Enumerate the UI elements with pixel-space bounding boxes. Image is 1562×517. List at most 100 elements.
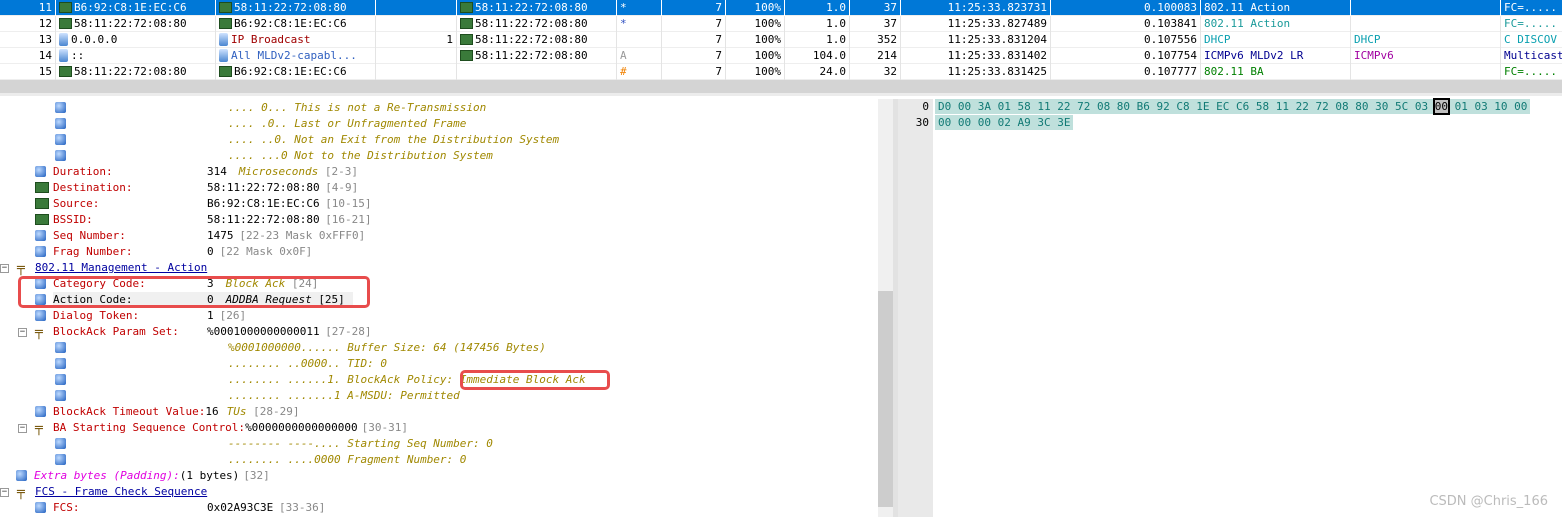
ch-text: 7 <box>715 65 722 78</box>
network-card-icon <box>59 66 72 77</box>
tree-node-icon: ╤ <box>17 485 25 500</box>
hex-bytes[interactable]: D0 00 3A 01 58 11 22 72 08 80 B6 92 C8 1… <box>935 98 1531 115</box>
summary-text: Multicast <box>1504 49 1562 62</box>
cell-size: 352 <box>850 32 901 48</box>
flag-text: * <box>620 17 627 30</box>
tree-line[interactable]: Duration: 314 Microseconds [2-3] <box>53 164 358 180</box>
tree-line[interactable]: Dialog Token: 1 [26] <box>53 308 246 324</box>
cell-dst: IP Broadcast <box>216 32 376 48</box>
proto-text: ICMPv6 MLDv2 LR <box>1204 49 1304 62</box>
tree-line[interactable]: .... ..0. Not an Exit from the Distribut… <box>228 132 559 148</box>
field-label: BlockAck Param Set: <box>53 325 179 338</box>
tree-line[interactable]: Seq Number: 1475 [22-23 Mask 0xFFF0] <box>53 228 365 244</box>
field-extra: [22 Mask 0x0F] <box>220 244 313 260</box>
cell-col4 <box>376 0 457 16</box>
tree-line[interactable]: -------- ----.... Starting Seq Number: 0 <box>228 436 493 452</box>
field-value: %0001000000000011 <box>207 325 320 338</box>
packet-row[interactable]: 12 58:11:22:72:08:80 B6:92:C8:1E:EC:C6 58:1… <box>0 16 1562 32</box>
bit-mask: .... 0... <box>228 101 288 114</box>
field-value: 1 <box>207 309 214 322</box>
dst-text: IP Broadcast <box>231 33 311 46</box>
tree-line[interactable]: BlockAck Timeout Value:16 TUs [28-29] <box>53 404 299 420</box>
tree-line[interactable]: Source: B6:92:C8:1E:EC:C6 [10-15] <box>53 196 372 212</box>
network-card-icon <box>35 214 49 225</box>
tree-line[interactable]: FCS - Frame Check Sequence <box>35 484 207 500</box>
collapse-toggle[interactable]: − <box>18 424 27 433</box>
delta-text: 0.107754 <box>1144 49 1197 62</box>
cell-size: 37 <box>850 0 901 16</box>
hex-offset: 30 <box>915 116 929 129</box>
section-header[interactable]: 802.11 Management - Action <box>35 261 207 274</box>
bssid-text: 58:11:22:72:08:80 <box>475 1 588 14</box>
cell-col4 <box>376 48 457 64</box>
bit-description: Buffer Size: 64 (147456 Bytes) <box>347 341 546 354</box>
time-text: 11:25:33.831204 <box>947 33 1047 46</box>
tree-line[interactable]: BlockAck Param Set: %0001000000000011 [27-… <box>53 324 372 340</box>
field-extra: [33-36] <box>279 500 325 516</box>
ch-text: 7 <box>715 1 722 14</box>
pane-splitter[interactable] <box>0 80 1562 96</box>
decode-tree[interactable]: .... 0... This is not a Re-Transmission.… <box>0 99 878 517</box>
hex-bytes[interactable]: 00 00 00 02 A9 3C 3E <box>935 115 1074 130</box>
tree-line[interactable]: Extra bytes (Padding):(1 bytes) [32] <box>34 468 270 484</box>
tree-line[interactable]: .... ...0 Not to the Distribution System <box>228 148 493 164</box>
proto-text: 802.11 Action <box>1204 1 1291 14</box>
field-extra: [16-21] <box>325 212 371 228</box>
field-extra: [26] <box>220 308 247 324</box>
network-card-icon <box>35 198 49 209</box>
field-extra: [4-9] <box>325 180 358 196</box>
tree-line[interactable]: 802.11 Management - Action <box>35 260 207 276</box>
tree-line[interactable]: %0001000000...... Buffer Size: 64 (14745… <box>228 340 546 356</box>
tree-line[interactable]: ........ .......1 A-MSDU: Permitted <box>228 388 460 404</box>
tree-line[interactable]: BA Starting Sequence Control:%0000000000… <box>53 420 408 436</box>
network-card-icon <box>460 34 473 45</box>
collapse-toggle[interactable]: − <box>18 328 27 337</box>
ch-text: 7 <box>715 49 722 62</box>
rate-text: 104.0 <box>812 49 846 62</box>
cell-col4 <box>376 16 457 32</box>
tree-line[interactable]: .... .0.. Last or Unfragmented Frame <box>228 116 466 132</box>
packet-row[interactable]: 14:: All MLDv2-capabl... 58:11:22:72:08:80… <box>0 48 1562 64</box>
cell-sig: 100% <box>726 32 785 48</box>
dst-text: B6:92:C8:1E:EC:C6 <box>234 65 347 78</box>
tree-line[interactable]: ........ ....0000 Fragment Number: 0 <box>228 452 466 468</box>
col4-text: 1 <box>446 33 453 46</box>
collapse-toggle[interactable]: − <box>0 488 9 497</box>
rate-text: 24.0 <box>819 65 847 78</box>
section-header[interactable]: FCS - Frame Check Sequence <box>35 485 207 498</box>
cell-rate: 24.0 <box>785 64 850 80</box>
network-card-icon <box>59 2 72 13</box>
cell-no: 14 <box>0 48 56 64</box>
cell-summary: Multicast <box>1501 48 1562 64</box>
tree-line[interactable]: Frag Number: 0 [22 Mask 0x0F] <box>53 244 312 260</box>
tree-line[interactable]: BSSID: 58:11:22:72:08:80 [16-21] <box>53 212 372 228</box>
tree-scrollbar-thumb[interactable] <box>878 291 893 507</box>
field-icon <box>55 102 66 113</box>
packet-row[interactable]: 13 0.0.0.0 IP Broadcast 1 58:11:22:72:08:80 7… <box>0 32 1562 48</box>
collapse-toggle[interactable]: − <box>0 264 9 273</box>
tree-line[interactable]: ........ ..0000.. TID: 0 <box>228 356 387 372</box>
no-text: 15 <box>38 65 52 78</box>
packet-row[interactable]: 15 58:11:22:72:08:80 B6:92:C8:1E:EC:C6 #7 10… <box>0 64 1562 80</box>
field-icon <box>55 358 66 369</box>
computer-icon <box>59 33 68 46</box>
cell-no: 15 <box>0 64 56 80</box>
field-value: B6:92:C8:1E:EC:C6 <box>207 197 320 210</box>
tree-line[interactable]: Destination: 58:11:22:72:08:80 [4-9] <box>53 180 358 196</box>
flag-text: # <box>620 65 627 78</box>
cell-src: 58:11:22:72:08:80 <box>56 16 216 32</box>
cell-bssid: 58:11:22:72:08:80 <box>457 16 617 32</box>
cell-ch: 7 <box>662 48 726 64</box>
tree-line[interactable]: FCS: 0x02A93C3E [33-36] <box>53 500 325 516</box>
hex-selected-byte[interactable]: 00 <box>1432 98 1450 115</box>
bit-description: Fragment Number: 0 <box>347 453 467 466</box>
packet-list[interactable]: 11 B6:92:C8:1E:EC:C6 58:11:22:72:08:80 58:1… <box>0 0 1562 80</box>
src-text: 0.0.0.0 <box>71 33 118 46</box>
bssid-text: 58:11:22:72:08:80 <box>475 17 588 30</box>
packet-row[interactable]: 11 B6:92:C8:1E:EC:C6 58:11:22:72:08:80 58:1… <box>0 0 1562 16</box>
sig-text: 100% <box>754 33 782 46</box>
summary-text: FC=..... <box>1504 17 1557 30</box>
tree-line[interactable]: .... 0... This is not a Re-Transmission <box>228 100 486 116</box>
field-label: Destination: <box>53 181 133 194</box>
size-text: 214 <box>877 49 897 62</box>
